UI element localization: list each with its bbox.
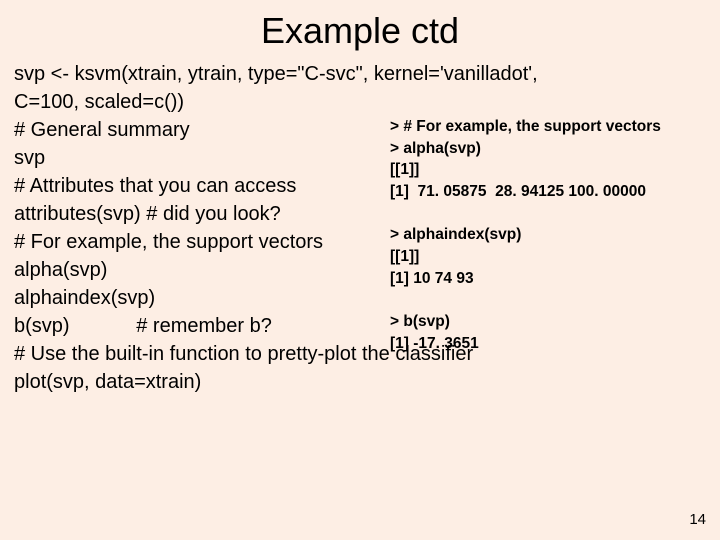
output-right-column: > # For example, the support vectors > a… — [390, 116, 661, 355]
slide-title: Example ctd — [0, 0, 720, 60]
page-number: 14 — [689, 511, 706, 528]
slide-body: svp <- ksvm(xtrain, ytrain, type="C-svc"… — [0, 60, 720, 396]
